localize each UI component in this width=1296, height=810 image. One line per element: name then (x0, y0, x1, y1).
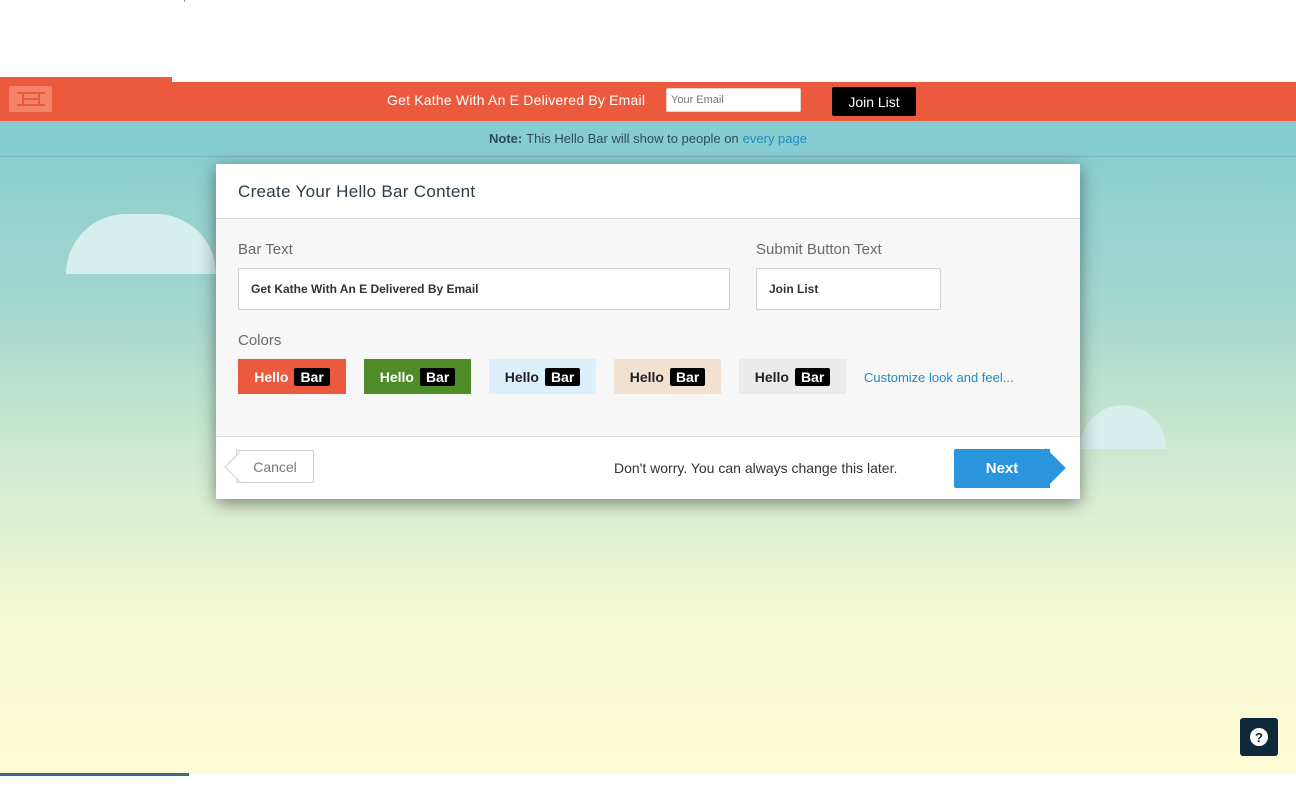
bottom-blank-area (0, 773, 1296, 810)
hello-bar-join-button[interactable]: Join List (832, 87, 916, 116)
top-blank-area (0, 0, 1296, 82)
color-swatch-green[interactable]: Hello Bar (364, 359, 471, 394)
color-swatch-light-blue[interactable]: Hello Bar (489, 359, 596, 394)
swatch-hello-text: Hello (254, 368, 289, 385)
note-text: This Hello Bar will show to people on (526, 131, 739, 146)
hello-bar-text: Get Kathe With An E Delivered By Email (387, 92, 646, 108)
swatch-bar-chip: Bar (419, 367, 456, 386)
swatch-hello-text: Hello (379, 368, 414, 385)
swatch-hello-text: Hello (504, 368, 539, 385)
swatch-bar-chip: Bar (544, 367, 581, 386)
note-prefix: Note: (489, 131, 523, 146)
next-button-label: Next (985, 460, 1019, 477)
bottom-scroll-strip (0, 773, 189, 776)
swatch-bar-chip: Bar (669, 367, 706, 386)
modal-title: Create Your Hello Bar Content (216, 164, 1080, 219)
help-button[interactable]: ? (1240, 718, 1278, 756)
modal-footer: Cancel Don't worry. You can always chang… (216, 437, 1080, 499)
hello-bar-preview (0, 82, 1296, 121)
color-swatch-beige[interactable]: Hello Bar (614, 359, 721, 394)
color-swatch-gray[interactable]: Hello Bar (739, 359, 846, 394)
bar-text-label: Bar Text (238, 241, 293, 258)
content-modal: Create Your Hello Bar Content Bar Text S… (216, 164, 1080, 499)
note-strip: Note: This Hello Bar will show to people… (0, 121, 1296, 157)
swatch-bar-chip: Bar (794, 367, 831, 386)
next-button-wrap: Next (216, 437, 1080, 499)
hello-bar-email-input[interactable] (666, 88, 801, 112)
swatch-hello-text: Hello (629, 368, 664, 385)
modal-body (216, 219, 1080, 437)
swatch-hello-text: Hello (754, 368, 789, 385)
submit-button-text-input[interactable] (756, 268, 941, 310)
color-swatch-red[interactable]: Hello Bar (238, 359, 346, 394)
customize-look-link[interactable]: Customize look and feel... (864, 370, 1014, 385)
swatch-bar-chip: Bar (294, 367, 330, 386)
submit-button-text-label: Submit Button Text (756, 241, 882, 258)
bar-text-input[interactable] (238, 268, 730, 310)
next-button[interactable]: Next (954, 449, 1050, 488)
question-icon: ? (1250, 728, 1268, 746)
colors-label: Colors (238, 332, 282, 349)
hellobar-logo-icon[interactable] (9, 86, 52, 112)
top-divider-tick (184, 0, 185, 2)
every-page-link[interactable]: every page (743, 131, 807, 146)
